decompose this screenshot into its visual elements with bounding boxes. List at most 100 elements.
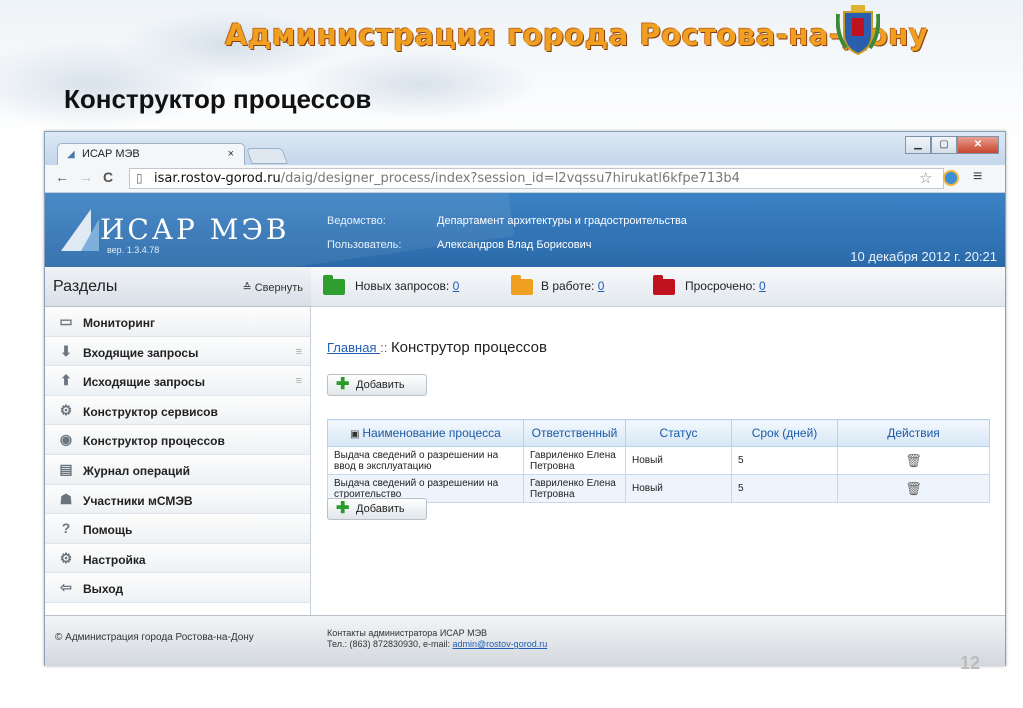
extension-icon[interactable] [943, 170, 959, 186]
add-button-top[interactable]: ✚ Добавить [327, 374, 427, 396]
overdue-folder-icon [653, 275, 675, 295]
trash-icon[interactable]: 🗑 [905, 454, 922, 469]
status-toolbar: Новых запросов: 0 В работе: 0 Просрочено… [311, 267, 1005, 307]
expand-icon[interactable]: ≡ [296, 375, 302, 387]
address-toolbar: ← → C ▯ isar.rostov-gorod.ru/daig/design… [45, 165, 1005, 193]
cell-owner: Гавриленко Елена Петровна [523, 446, 626, 475]
close-window-button[interactable]: ✕ [957, 136, 999, 154]
close-tab-icon[interactable]: × [228, 148, 234, 160]
column-header-name[interactable]: ▣ Наименование процесса [327, 419, 524, 447]
sidebar-item-label: Конструктор процессов [83, 434, 225, 449]
process-icon: ◉ [59, 431, 73, 448]
maximize-button[interactable]: ▢ [931, 136, 957, 154]
tab-title: ИСАР МЭВ [82, 148, 140, 160]
main-content: Главная :: Конструтор процессов ✚ Добави… [311, 307, 1005, 615]
settings-icon: ⚙ [59, 549, 73, 566]
inbox-icon: ⬇ [60, 342, 72, 359]
cell-status: Новый [625, 446, 732, 475]
app-version: вер. 1.3.4.78 [107, 245, 160, 255]
dept-value: Департамент архитектуры и градостроитель… [437, 215, 687, 227]
footer-contacts-title: Контакты администратора ИСАР МЭВ [327, 628, 488, 638]
slide-page-number: 12 [960, 653, 981, 673]
sidebar-item[interactable]: ? Помощь [45, 514, 310, 544]
column-header-status[interactable]: Статус [625, 419, 732, 447]
minimize-button[interactable]: ▁ [905, 136, 931, 154]
cell-days: 5 [731, 474, 838, 503]
sidebar-item[interactable]: ⬇ Входящие запросы ≡ [45, 336, 310, 367]
table-row[interactable]: Выдача сведений о разрешении на строител… [327, 474, 990, 503]
sidebar-item-label: Входящие запросы [83, 345, 199, 360]
trash-icon[interactable]: 🗑 [905, 482, 922, 497]
back-icon[interactable]: ← [55, 169, 69, 185]
cell-process-name: Выдача сведений о разрешении на ввод в э… [327, 446, 524, 475]
outbox-icon: ⬆ [60, 372, 72, 389]
footer-email-link[interactable]: admin@rostov-gorod.ru [453, 639, 548, 649]
sidebar-item-label: Участники мСМЭВ [83, 493, 193, 508]
cell-status: Новый [625, 474, 732, 503]
url-path: /daig/designer_process/index?session_id=… [280, 171, 740, 186]
plus-icon: ✚ [336, 376, 350, 393]
add-button-label: Добавить [356, 379, 405, 391]
sidebar-item[interactable]: ⬆ Исходящие запросы ≡ [45, 366, 310, 396]
exit-icon: ⇦ [60, 579, 72, 596]
overdue-count[interactable]: 0 [759, 279, 766, 293]
page-icon: ▯ [136, 171, 143, 185]
footer-contacts: Контакты администратора ИСАР МЭВ Тел.: (… [327, 628, 547, 650]
in-work-count[interactable]: 0 [598, 279, 605, 293]
sort-icon: ▣ [350, 429, 363, 440]
sidebar-item[interactable]: ☗ Участники мСМЭВ [45, 484, 310, 515]
breadcrumb-separator: :: [380, 340, 391, 355]
reload-icon[interactable]: C [103, 169, 113, 185]
favicon-icon: ◢ [67, 149, 75, 160]
browser-tab[interactable]: ◢ ИСАР МЭВ × [57, 143, 245, 165]
cell-actions: 🗑 [837, 474, 990, 503]
add-button-bottom[interactable]: ✚ Добавить [327, 498, 427, 520]
sidebar-item[interactable]: ▤ Журнал операций [45, 454, 310, 485]
sidebar-item-label: Мониторинг [83, 316, 155, 330]
sidebar-item-label: Журнал операций [83, 463, 190, 478]
sidebar-title: Разделы [53, 278, 118, 295]
in-work-label: В работе: [541, 279, 595, 293]
sidebar-item[interactable]: ⚙ Настройка [45, 543, 310, 574]
column-header-days[interactable]: Срок (дней) [731, 419, 838, 447]
overdue: Просрочено: 0 [685, 279, 766, 293]
sidebar-item-label: Помощь [83, 523, 133, 538]
breadcrumb: Главная :: Конструтор процессов [327, 339, 547, 356]
in-work: В работе: 0 [541, 279, 604, 293]
app-header: ИСАР МЭВ вер. 1.3.4.78 Ведомство: Департ… [45, 193, 1005, 267]
column-header-name-label: Наименование процесса [362, 426, 501, 440]
table-row[interactable]: Выдача сведений о разрешении на ввод в э… [327, 446, 990, 475]
browser-titlebar: ◢ ИСАР МЭВ × ▁ ▢ ✕ [45, 132, 1005, 165]
sidebar: ▭ Мониторинг ⬇ Входящие запросы ≡ ⬆ Исходящие … [45, 307, 311, 615]
browser-window: ◢ ИСАР МЭВ × ▁ ▢ ✕ ← → C ▯ isar.rostov-g… [44, 131, 1006, 666]
sidebar-item-label: Исходящие запросы [83, 375, 205, 390]
sidebar-item[interactable]: ▭ Мониторинг [45, 307, 310, 337]
footer-contacts-phone: Тел.: (863) 872830930, e-mail: admin@ros… [327, 639, 547, 650]
new-requests-count[interactable]: 0 [453, 279, 460, 293]
menu-icon[interactable]: ≡ [973, 168, 982, 186]
url-host: isar.rostov-gorod.ru [154, 171, 281, 186]
overdue-label: Просрочено: [685, 279, 756, 293]
expand-icon[interactable]: ≡ [296, 346, 302, 358]
url-input[interactable]: ▯ isar.rostov-gorod.ru/daig/designer_pro… [129, 168, 944, 189]
slide-header: Администрация города Ростова-на-Дону [225, 18, 929, 52]
sidebar-item[interactable]: ◉ Конструктор процессов [45, 425, 310, 455]
table-header-row: ▣ Наименование процесса Ответственный Ст… [327, 419, 990, 447]
sidebar-item-label: Настройка [83, 552, 146, 567]
in-work-folder-icon [511, 275, 533, 295]
collapse-button[interactable]: ≙ Свернуть [242, 281, 303, 294]
new-requests: Новых запросов: 0 [355, 279, 459, 293]
breadcrumb-current: Конструтор процессов [390, 339, 547, 356]
column-header-owner[interactable]: Ответственный [523, 419, 626, 447]
forward-icon[interactable]: → [79, 169, 93, 185]
bookmark-star-icon[interactable]: ☆ [919, 169, 932, 187]
window-controls: ▁ ▢ ✕ [905, 136, 999, 154]
sidebar-item[interactable]: ⇦ Выход [45, 573, 310, 603]
new-tab-button[interactable] [246, 148, 288, 164]
sidebar-item[interactable]: ⚙ Конструктор сервисов [45, 395, 310, 426]
users-icon: ☗ [59, 490, 73, 507]
footer-copyright: © Администрация города Ростова-на-Дону [55, 632, 254, 643]
logo-icon-accent [81, 219, 99, 251]
breadcrumb-home-link[interactable]: Главная [327, 340, 380, 355]
app-logo: ИСАР МЭВ [100, 213, 290, 246]
